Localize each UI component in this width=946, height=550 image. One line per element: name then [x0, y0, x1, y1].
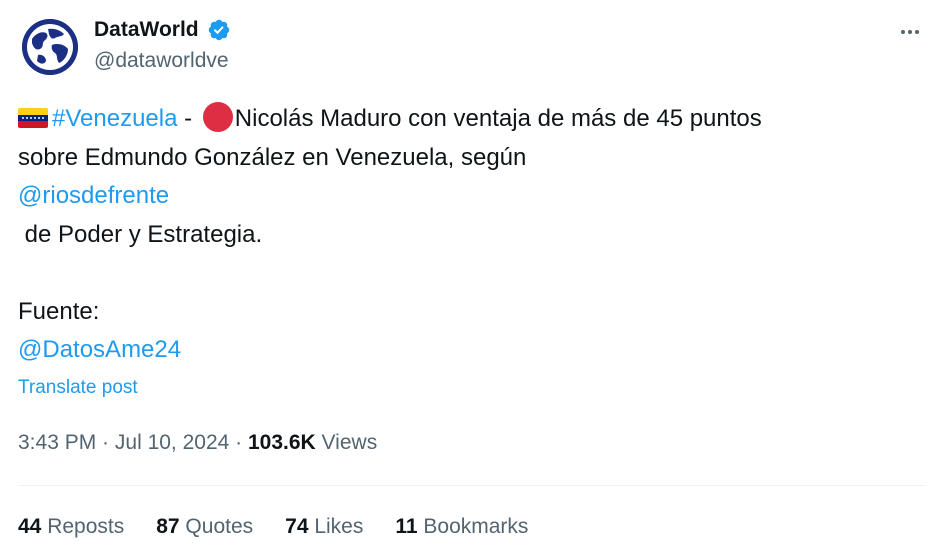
views-count: 103.6K	[248, 431, 316, 454]
tweet-text-part-1: Nicolás Maduro con ventaja de más de 45 …	[234, 105, 762, 132]
tweet-header: DataWorld @dataworldve	[20, 16, 926, 80]
author-info: DataWorld @dataworldve	[94, 16, 231, 76]
verified-badge-icon[interactable]	[207, 18, 231, 42]
tweet-meta: 3:43 PM · Jul 10, 2024 · 103.6K Views	[18, 428, 377, 458]
views-label: Views	[315, 431, 378, 454]
tweet-body: #Venezuela - Nicolás Maduro con ventaja …	[18, 100, 918, 370]
tweet-line-4: de Poder y Estrategia.	[18, 220, 263, 248]
tweet-line-1: #Venezuela - Nicolás Maduro con ventaja …	[18, 100, 918, 139]
venezuela-flag-icon	[18, 108, 48, 128]
display-name[interactable]: DataWorld	[94, 16, 199, 44]
dash-text: -	[177, 105, 199, 132]
reposts-stat[interactable]: 44 Reposts	[18, 512, 124, 542]
globe-icon	[22, 19, 78, 75]
hashtag-link[interactable]: #Venezuela	[52, 105, 177, 132]
tweet-line-2: sobre Edmundo González en Venezuela, seg…	[18, 143, 527, 171]
bookmarks-label: Bookmarks	[417, 515, 529, 538]
reposts-count: 44	[18, 515, 42, 538]
post-date[interactable]: Jul 10, 2024	[115, 431, 229, 454]
avatar[interactable]	[22, 19, 78, 75]
likes-label: Likes	[308, 515, 364, 538]
likes-stat[interactable]: 74 Likes	[285, 512, 363, 542]
engagement-stats: 44 Reposts 87 Quotes 74 Likes 11 Bookmar…	[18, 512, 560, 542]
quotes-count: 87	[156, 515, 180, 538]
quotes-stat[interactable]: 87 Quotes	[156, 512, 253, 542]
quotes-label: Quotes	[179, 515, 254, 538]
translate-post-link[interactable]: Translate post	[18, 374, 138, 402]
mention-link-riosdefrente[interactable]: @riosdefrente	[18, 182, 169, 209]
bookmarks-stat[interactable]: 11 Bookmarks	[395, 512, 528, 542]
meta-separator: ·	[96, 431, 115, 454]
red-circle-icon	[202, 102, 233, 132]
author-handle[interactable]: @dataworldve	[94, 46, 231, 76]
mention-link-datosame24[interactable]: @DatosAme24	[18, 336, 181, 363]
meta-separator-2: ·	[229, 431, 248, 454]
bookmarks-count: 11	[395, 515, 418, 538]
likes-count: 74	[285, 515, 309, 538]
reposts-label: Reposts	[41, 515, 125, 538]
post-time[interactable]: 3:43 PM	[18, 431, 96, 454]
more-options-icon[interactable]	[898, 22, 922, 42]
divider	[18, 485, 926, 486]
tweet-line-6: Fuente:	[18, 297, 100, 325]
